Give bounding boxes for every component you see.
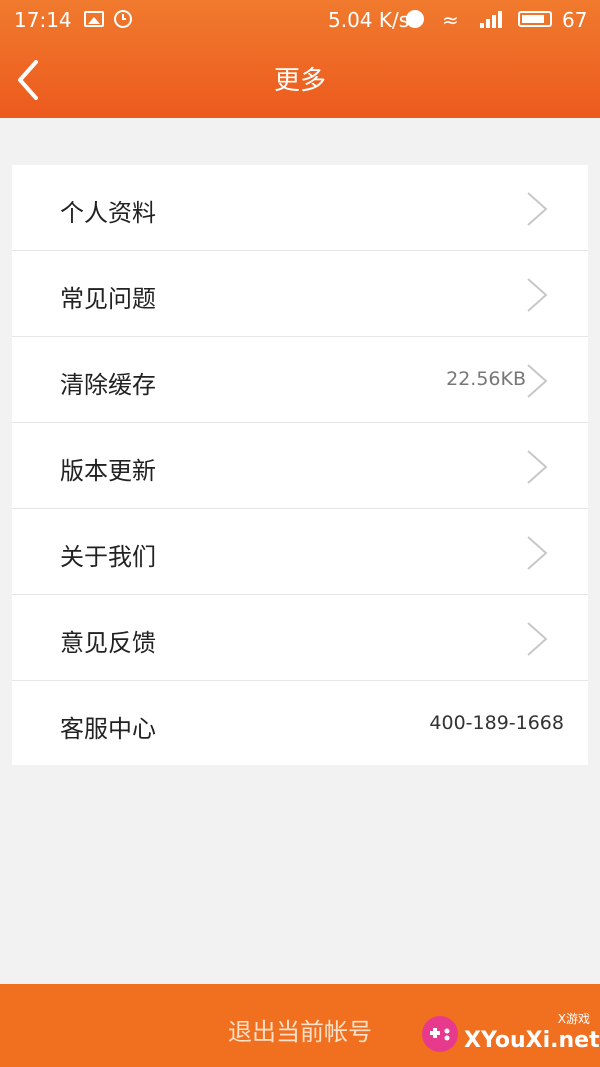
clock-icon bbox=[114, 10, 132, 28]
network-speed: 5.04 K/s bbox=[328, 8, 410, 32]
watermark-tag: X游戏 bbox=[557, 1012, 590, 1026]
top-bar: 17:14 5.04 K/s ≈ 67 更多 bbox=[0, 0, 600, 118]
menu-item-label: 客服中心 bbox=[60, 715, 156, 743]
chevron-right-icon bbox=[527, 192, 548, 226]
chevron-right-icon bbox=[527, 364, 548, 398]
battery-level: 67 bbox=[562, 8, 588, 32]
menu-list: 个人资料 常见问题 清除缓存 22.56KB 版本更新 关于我们 意见反馈 客服… bbox=[12, 165, 588, 765]
status-time: 17:14 bbox=[14, 8, 72, 32]
menu-item-label: 关于我们 bbox=[60, 543, 156, 571]
status-bar: 17:14 5.04 K/s ≈ 67 bbox=[0, 0, 600, 40]
signal-icon bbox=[480, 10, 508, 28]
menu-item-feedback[interactable]: 意见反馈 bbox=[12, 595, 588, 681]
menu-item-label: 常见问题 bbox=[60, 285, 156, 313]
menu-item-profile[interactable]: 个人资料 bbox=[12, 165, 588, 251]
page-title: 更多 bbox=[273, 66, 326, 96]
menu-item-label: 版本更新 bbox=[60, 457, 156, 485]
menu-item-label: 个人资料 bbox=[60, 199, 156, 227]
chevron-right-icon bbox=[527, 450, 548, 484]
chevron-right-icon bbox=[527, 622, 548, 656]
watermark: XYouXi.net X游戏 bbox=[420, 1010, 600, 1058]
cache-size: 22.56KB bbox=[446, 368, 526, 390]
watermark-site: XYouXi.net bbox=[464, 1028, 600, 1053]
wifi-icon: ≈ bbox=[442, 8, 459, 32]
service-phone[interactable]: 400-189-1668 bbox=[429, 712, 564, 734]
gamepad-logo-icon bbox=[422, 1016, 458, 1052]
menu-item-about-us[interactable]: 关于我们 bbox=[12, 509, 588, 595]
alarm-icon bbox=[406, 10, 424, 28]
image-icon bbox=[84, 11, 104, 27]
menu-item-clear-cache[interactable]: 清除缓存 22.56KB bbox=[12, 337, 588, 423]
battery-icon bbox=[518, 11, 552, 27]
menu-item-version-update[interactable]: 版本更新 bbox=[12, 423, 588, 509]
menu-item-faq[interactable]: 常见问题 bbox=[12, 251, 588, 337]
menu-item-label: 清除缓存 bbox=[60, 371, 156, 399]
menu-item-customer-service[interactable]: 客服中心 400-189-1668 bbox=[12, 681, 588, 765]
chevron-right-icon bbox=[527, 278, 548, 312]
chevron-right-icon bbox=[527, 536, 548, 570]
menu-item-label: 意见反馈 bbox=[60, 629, 156, 657]
